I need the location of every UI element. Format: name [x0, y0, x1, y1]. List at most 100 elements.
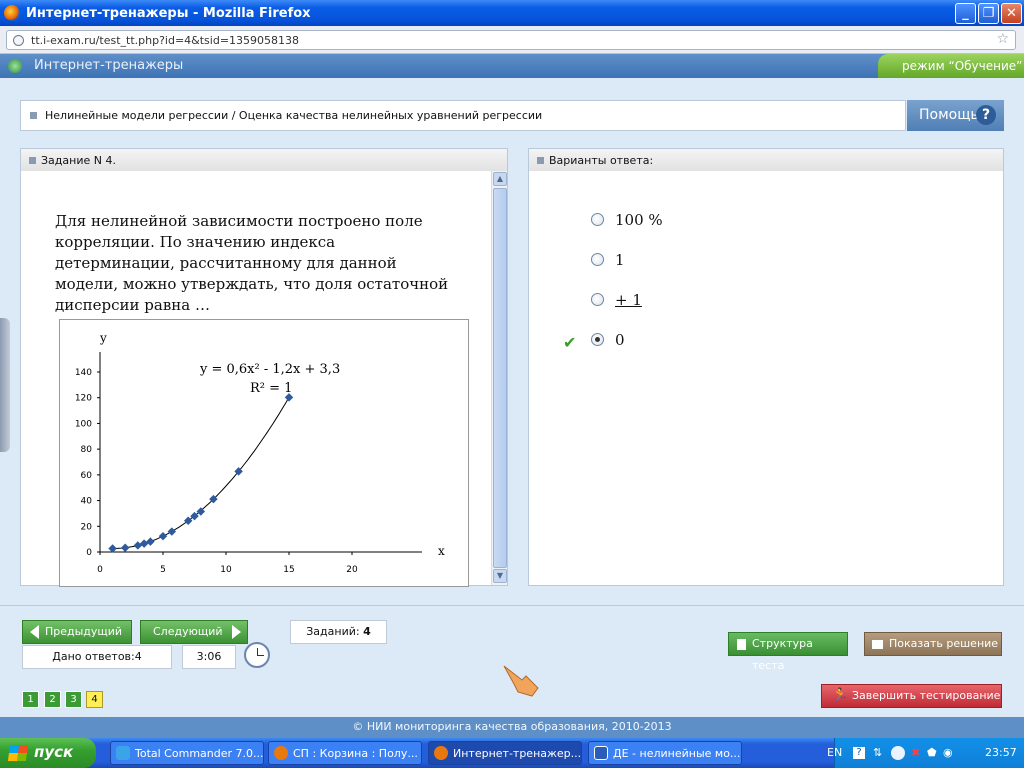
- task-scrollbar[interactable]: ▲ ▼: [491, 171, 507, 585]
- answered-count: Дано ответов:4: [22, 645, 172, 669]
- x-tick-label: 5: [160, 565, 166, 575]
- y-tick-label: 80: [81, 445, 93, 455]
- word-icon: [594, 746, 608, 760]
- radio-button[interactable]: [591, 293, 604, 306]
- taskbar-item-label: ДЕ - нелинейные мо...: [613, 747, 741, 760]
- data-point: [139, 539, 149, 548]
- test-structure-label: Структура теста: [752, 637, 813, 672]
- taskbar-item-total-commander[interactable]: Total Commander 7.0...: [110, 741, 264, 765]
- arrow-right-icon: [232, 625, 241, 639]
- bullet-icon: [537, 157, 544, 164]
- list-icon: [737, 639, 746, 650]
- close-button[interactable]: ✕: [1001, 3, 1022, 24]
- clock-time: 23:57: [985, 746, 1017, 759]
- taskbar-item-label: Total Commander 7.0...: [135, 747, 264, 760]
- start-button[interactable]: пуск: [0, 738, 96, 768]
- address-bar[interactable]: tt.i-exam.ru/test_tt.php?id=4&tsid=13590…: [6, 30, 1016, 50]
- radio-button[interactable]: [591, 213, 604, 226]
- timer: 3:06: [182, 645, 236, 669]
- trend-line: [112, 397, 290, 549]
- runner-icon: 🏃: [832, 688, 849, 703]
- finish-test-button[interactable]: 🏃 Завершить тестирование: [821, 684, 1002, 708]
- side-panel-toggle[interactable]: [0, 318, 10, 452]
- data-point: [158, 531, 168, 541]
- x-axis-label: x: [438, 544, 445, 558]
- tasks-count-box: Заданий: 4: [290, 620, 387, 644]
- site-identity-icon[interactable]: [13, 35, 24, 46]
- radio-button-selected[interactable]: [591, 333, 604, 346]
- y-tick-label: 120: [75, 394, 92, 404]
- page-button-3[interactable]: 3: [65, 691, 82, 708]
- scroll-down-icon[interactable]: ▼: [493, 569, 507, 583]
- app-name: Интернет-тренажеры: [34, 58, 184, 73]
- antivirus-icon[interactable]: ✖: [911, 746, 920, 759]
- answers-panel: Варианты ответа: 100 % 1 + 1 ✔ 0: [528, 148, 1004, 586]
- answer-label: + 1: [615, 291, 642, 309]
- taskbar-item-label: СП : Корзина : Полу...: [293, 747, 418, 760]
- task-header-label: Задание N 4.: [41, 154, 116, 167]
- y-axis-label: y: [99, 331, 107, 345]
- language-indicator[interactable]: EN: [827, 746, 842, 759]
- show-solution-button[interactable]: Показать решение: [864, 632, 1002, 656]
- footer: © НИИ мониторинга качества образования, …: [0, 717, 1024, 738]
- breadcrumb: Нелинейные модели регрессии / Оценка кач…: [20, 100, 906, 131]
- y-tick-label: 140: [75, 368, 92, 378]
- clock-icon: [244, 642, 270, 668]
- firefox-icon: [4, 5, 20, 21]
- question-icon: ?: [976, 105, 996, 125]
- answer-label: 1: [615, 251, 625, 269]
- radio-button[interactable]: [591, 253, 604, 266]
- taskbar-item-label: Интернет-тренажер...: [453, 747, 582, 760]
- scroll-thumb[interactable]: [493, 188, 507, 568]
- chart-svg: 0 20 40 60 80 100 120 140 0 5 10 15 20 x y y = 0,6x² - …: [75, 331, 445, 575]
- breadcrumb-text: Нелинейные модели регрессии / Оценка кач…: [45, 109, 543, 122]
- network-icon[interactable]: ◉: [943, 746, 953, 759]
- prev-button[interactable]: Предыдущий: [22, 620, 132, 644]
- scroll-up-icon[interactable]: ▲: [493, 172, 507, 186]
- bookmark-star-icon[interactable]: ☆: [996, 31, 1009, 47]
- task-panel: Задание N 4. Для нелинейной зависимости …: [20, 148, 508, 587]
- tray-arrows-icon[interactable]: ⇅: [873, 746, 882, 759]
- data-point: [146, 537, 155, 546]
- help-tray-icon[interactable]: ?: [853, 747, 865, 759]
- windows-taskbar: пуск Total Commander 7.0... СП : Корзина…: [0, 738, 1024, 768]
- maximize-button[interactable]: ❐: [978, 3, 999, 24]
- taskbar-item-internet-trenazher[interactable]: Интернет-тренажер...: [428, 741, 582, 765]
- help-button[interactable]: Помощь ?: [907, 100, 1004, 131]
- minimize-button[interactable]: _: [955, 3, 976, 24]
- page-button-1[interactable]: 1: [22, 691, 39, 708]
- answers-header-label: Варианты ответа:: [549, 154, 654, 167]
- data-point: [108, 544, 117, 553]
- hand-pointer-icon: [503, 665, 539, 697]
- book-icon: [872, 640, 883, 649]
- taskbar-item-word-doc[interactable]: ДЕ - нелинейные мо...: [588, 741, 742, 765]
- x-tick-label: 10: [220, 565, 232, 575]
- window-title: Интернет-тренажеры - Mozilla Firefox: [26, 5, 311, 21]
- tasks-label: Заданий:: [306, 625, 360, 638]
- arrow-left-icon: [30, 625, 39, 639]
- taskbar-item-korzina[interactable]: СП : Корзина : Полу...: [268, 741, 422, 765]
- correlation-chart: 0 20 40 60 80 100 120 140 0 5 10 15 20 x y y = 0,6x² - …: [59, 319, 469, 587]
- y-tick-label: 0: [86, 548, 92, 558]
- page-button-2[interactable]: 2: [44, 691, 61, 708]
- data-point: [183, 516, 193, 525]
- task-header: Задание N 4.: [21, 149, 507, 171]
- regression-equation: y = 0,6x² - 1,2x + 3,3: [199, 362, 340, 377]
- bullet-icon: [29, 157, 36, 164]
- r-squared-label: R² = 1: [250, 381, 292, 396]
- correct-check-icon: ✔: [563, 333, 577, 352]
- system-tray: EN ? ⇅ ✖ ⬟ ◉ 23:57: [827, 738, 1024, 768]
- page-button-4[interactable]: 4: [86, 691, 103, 708]
- help-label: Помощь: [919, 107, 979, 123]
- app-header: Интернет-тренажеры режим “Обучение”: [0, 54, 1024, 78]
- finish-test-label: Завершить тестирование: [852, 689, 1001, 702]
- y-tick-label: 40: [81, 497, 93, 507]
- data-point: [120, 543, 130, 552]
- firefox-icon: [434, 746, 448, 760]
- total-commander-icon: [116, 746, 130, 760]
- next-button[interactable]: Следующий: [140, 620, 248, 644]
- start-label: пуск: [34, 743, 74, 761]
- shield-icon[interactable]: ⬟: [927, 746, 937, 759]
- tray-expand-icon[interactable]: [891, 746, 905, 760]
- test-structure-button[interactable]: Структура теста: [728, 632, 848, 672]
